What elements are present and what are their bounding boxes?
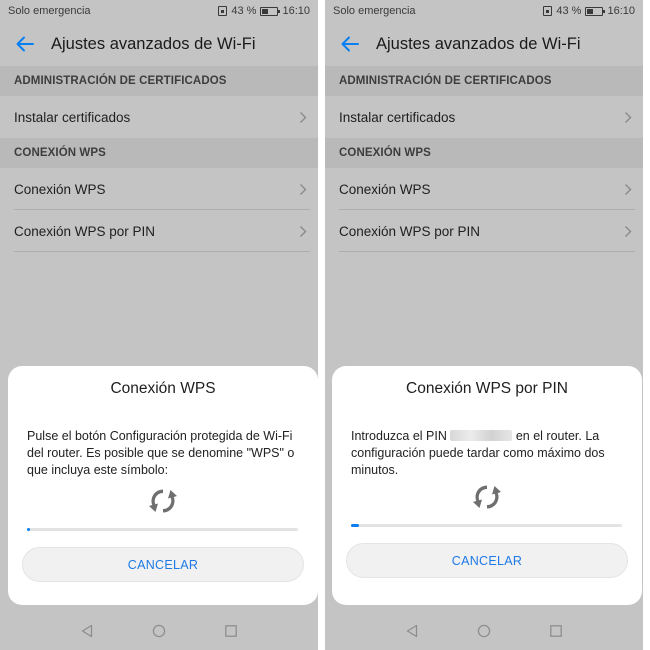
back-arrow-icon[interactable] — [339, 33, 361, 55]
progress-bar — [351, 524, 622, 527]
recents-square-icon[interactable] — [549, 624, 563, 638]
navigation-bar — [0, 612, 318, 650]
list-item-label: Instalar certificados — [339, 109, 456, 125]
list-item-wps-connection[interactable]: Conexión WPS — [325, 168, 643, 210]
wps-pin-dialog: Conexión WPS por PIN Introduzca el PIN e… — [332, 366, 642, 605]
title-bar: Ajustes avanzados de Wi-Fi — [325, 22, 643, 66]
list-item-label: Conexión WPS por PIN — [14, 223, 156, 239]
page-title: Ajustes avanzados de Wi-Fi — [376, 34, 581, 53]
title-bar: Ajustes avanzados de Wi-Fi — [0, 22, 318, 66]
dialog-message: Pulse el botón Configuración protegida d… — [27, 429, 295, 477]
carrier-text: Solo emergencia — [333, 5, 416, 17]
list-item-wps-pin-connection[interactable]: Conexión WPS por PIN — [325, 210, 643, 252]
list-item-label: Conexión WPS por PIN — [339, 223, 481, 239]
chevron-right-icon — [298, 182, 308, 196]
status-bar: Solo emergencia 43 % 16:10 — [0, 0, 318, 22]
list-item-label: Conexión WPS — [14, 181, 106, 197]
cancel-button[interactable]: CANCELAR — [22, 547, 304, 582]
section-header-wps: CONEXIÓN WPS — [0, 138, 318, 168]
home-circle-icon[interactable] — [477, 624, 491, 638]
list-item-label: Conexión WPS — [339, 181, 431, 197]
chevron-right-icon — [623, 110, 633, 124]
chevron-right-icon — [298, 224, 308, 238]
screen-separator — [318, 0, 325, 650]
blurred-pin — [450, 430, 513, 441]
progress-fill — [27, 528, 31, 531]
list-item-install-certificates[interactable]: Instalar certificados — [0, 96, 318, 138]
dialog-title: Conexión WPS por PIN — [406, 380, 568, 397]
recents-square-icon[interactable] — [224, 624, 238, 638]
back-triangle-icon[interactable] — [405, 624, 419, 638]
progress-fill — [351, 524, 360, 527]
list-item-wps-pin-connection[interactable]: Conexión WPS por PIN — [0, 210, 318, 252]
battery-percent: 43 % — [231, 5, 257, 17]
battery-icon — [585, 6, 606, 16]
screen-wps-pin: Solo emergencia 43 % 16:10 Ajustes avanz… — [325, 0, 643, 650]
list-item-wps-connection[interactable]: Conexión WPS — [0, 168, 318, 210]
section-header-wps: CONEXIÓN WPS — [325, 138, 643, 168]
navigation-bar — [325, 612, 643, 650]
sim-icon — [543, 6, 553, 16]
clock: 16:10 — [282, 5, 310, 17]
screen-wps-button: Solo emergencia 43 % 16:10 Ajustes avanz… — [0, 0, 318, 650]
chevron-right-icon — [623, 224, 633, 238]
section-header-certificates: ADMINISTRACIÓN DE CERTIFICADOS — [0, 66, 318, 96]
clock: 16:10 — [607, 5, 635, 17]
chevron-right-icon — [623, 182, 633, 196]
dialog-message: Introduzca el PIN en el router. La confi… — [351, 428, 624, 480]
home-circle-icon[interactable] — [152, 624, 166, 638]
battery-percent: 43 % — [556, 5, 582, 17]
battery-icon — [260, 6, 281, 16]
wps-icon — [148, 486, 178, 516]
page-title: Ajustes avanzados de Wi-Fi — [51, 34, 256, 53]
sim-icon — [218, 6, 228, 16]
dialog-title: Conexión WPS — [110, 380, 216, 397]
chevron-right-icon — [298, 110, 308, 124]
screenshot-pair: Solo emergencia 43 % 16:10 Ajustes avanz… — [0, 0, 650, 650]
status-right: 43 % 16:10 — [543, 5, 635, 17]
wps-dialog: Conexión WPS Pulse el botón Configuració… — [8, 366, 318, 605]
list-item-label: Instalar certificados — [14, 109, 131, 125]
back-arrow-icon[interactable] — [14, 33, 36, 55]
message-text-before-pin: Introduzca el PIN — [351, 429, 451, 443]
wps-icon — [472, 482, 502, 512]
list-item-install-certificates[interactable]: Instalar certificados — [325, 96, 643, 138]
status-bar: Solo emergencia 43 % 16:10 — [325, 0, 643, 22]
cancel-button[interactable]: CANCELAR — [346, 543, 628, 578]
status-right: 43 % 16:10 — [218, 5, 310, 17]
carrier-text: Solo emergencia — [8, 5, 91, 17]
back-triangle-icon[interactable] — [80, 624, 94, 638]
progress-bar — [27, 528, 298, 531]
section-header-certificates: ADMINISTRACIÓN DE CERTIFICADOS — [325, 66, 643, 96]
